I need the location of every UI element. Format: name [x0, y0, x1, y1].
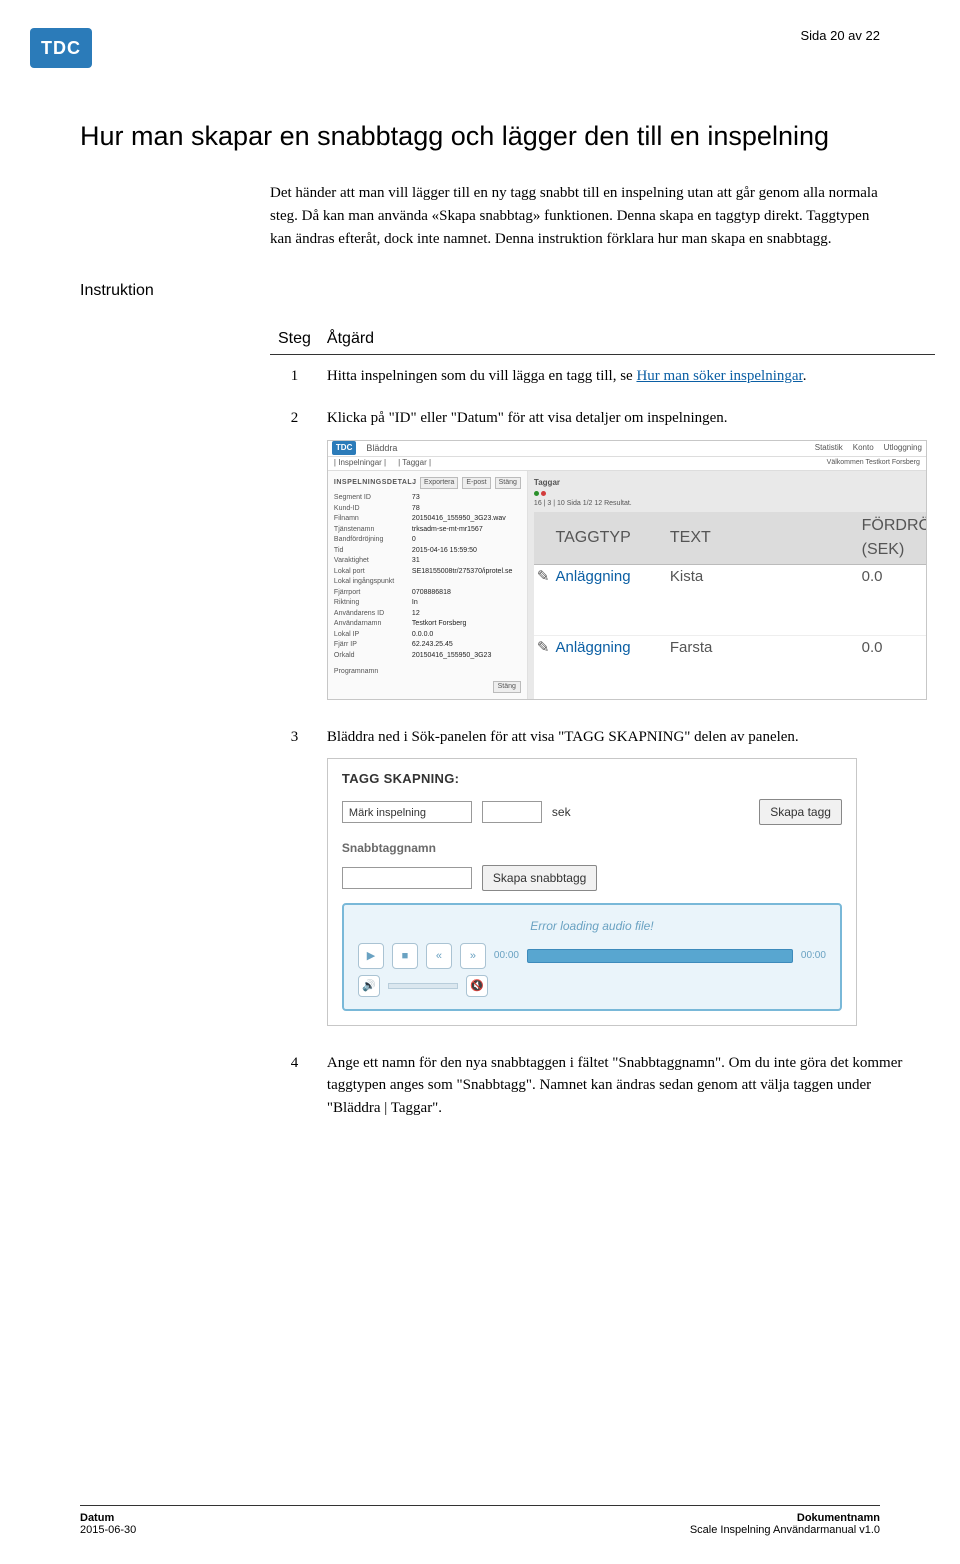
- detail-row: Bandfördröjning0: [334, 535, 521, 546]
- page-title: Hur man skapar en snabbtagg och lägger d…: [80, 120, 880, 154]
- detail-row: Lokal ingångspunkt: [334, 577, 521, 588]
- progress-bar[interactable]: [527, 949, 793, 963]
- step-row-1: 1 Hitta inspelningen som du vill lägga e…: [270, 354, 935, 397]
- forward-icon[interactable]: »: [460, 943, 486, 969]
- screenshot-recording-detail: TDC Bläddra Statistik Konto Utloggning |…: [327, 440, 927, 700]
- time-current: 00:00: [494, 948, 519, 963]
- step-text: Ange ett namn för den nya snabbtaggen i …: [319, 1042, 935, 1130]
- step-number: 3: [270, 716, 319, 1042]
- instruction-label: Instruktion: [80, 182, 230, 300]
- detail-row: Användarens ID12: [334, 609, 521, 620]
- mini-logo: TDC: [332, 441, 356, 455]
- detail-row: Orkald20150416_155950_3G23: [334, 651, 521, 662]
- detail-row: Lokal IP0.0.0.0: [334, 630, 521, 641]
- left-panel-title: INSPELNINGSDETALJ: [334, 478, 417, 489]
- step-row-2: 2 Klicka på "ID" eller "Datum" för att v…: [270, 397, 935, 716]
- footer-date-label: Datum: [80, 1512, 480, 1524]
- footer-docname-label: Dokumentnamn: [480, 1512, 880, 1524]
- nav-logout[interactable]: Utloggning: [884, 442, 922, 454]
- create-quicktag-button[interactable]: Skapa snabbtagg: [482, 865, 597, 891]
- step-text: Hitta inspelningen som du vill lägga en …: [319, 354, 935, 397]
- detail-row: AnvändarnamnTestkort Forsberg: [334, 619, 521, 630]
- play-icon[interactable]: ▶: [358, 943, 384, 969]
- nav-account[interactable]: Konto: [853, 442, 874, 454]
- welcome-text: Välkommen Testkort Forsberg: [827, 458, 920, 469]
- volume-slider[interactable]: [388, 983, 458, 989]
- player-error: Error loading audio file!: [358, 917, 826, 935]
- seconds-input[interactable]: [482, 801, 542, 823]
- intro-paragraph: Det händer att man vill lägger till en n…: [270, 182, 880, 300]
- nav-statistics[interactable]: Statistik: [815, 442, 843, 454]
- step-number: 2: [270, 397, 319, 716]
- mark-recording-input[interactable]: Märk inspelning: [342, 801, 472, 823]
- volume-icon[interactable]: 🔊: [358, 975, 380, 997]
- pager: 16 | 3 | 10 Sida 1/2 12 Resultat.: [534, 499, 920, 510]
- stop-icon[interactable]: ■: [392, 943, 418, 969]
- quicktag-label: Snabbtaggnamn: [342, 839, 842, 857]
- step-text: Bläddra ned i Sök-panelen för att visa "…: [319, 716, 935, 1042]
- step-number: 1: [270, 354, 319, 397]
- page-number: Sida 20 av 22: [800, 28, 880, 43]
- col-action: Åtgärd: [319, 324, 935, 355]
- screenshot-tag-creation-panel: TAGG SKAPNING: Märk inspelning sek Skapa…: [327, 758, 857, 1026]
- quicktag-name-input[interactable]: [342, 867, 472, 889]
- link-how-to-search[interactable]: Hur man söker inspelningar: [636, 368, 802, 384]
- step-row-4: 4 Ange ett namn för den nya snabbtaggen …: [270, 1042, 935, 1130]
- table-row: ✎AnläggningFarsta0.00Vy Spela Radera: [534, 635, 926, 699]
- footer-date: 2015-06-30: [80, 1524, 480, 1536]
- detail-row: Kund-ID78: [334, 504, 521, 515]
- mute-icon[interactable]: 🔇: [466, 975, 488, 997]
- detail-row: Varaktighet31: [334, 556, 521, 567]
- detail-row: Tjänstenamntrksadm-se-mt-mr1567: [334, 525, 521, 536]
- right-title: Taggar: [534, 477, 920, 489]
- footer-docname: Scale Inspelning Användarmanual v1.0: [480, 1524, 880, 1536]
- detail-row: Fjärr IP62.243.25.45: [334, 640, 521, 651]
- steps-table: Steg Åtgärd 1 Hitta inspelningen som du …: [270, 324, 935, 1130]
- table-row: ✎AnläggningKista0.00Vy Spela Radera: [534, 565, 926, 636]
- rewind-icon[interactable]: «: [426, 943, 452, 969]
- audio-player: Error loading audio file! ▶ ■ « » 00:00 …: [342, 903, 842, 1011]
- close-button[interactable]: Stäng: [495, 477, 521, 490]
- detail-row: Segment ID73: [334, 493, 521, 504]
- email-button[interactable]: E-post: [462, 477, 490, 490]
- detail-row: Lokal portSE18155008tr/275370/iprotel.se: [334, 567, 521, 578]
- detail-row: RiktningIn: [334, 598, 521, 609]
- col-step: Steg: [270, 324, 319, 355]
- create-tag-button[interactable]: Skapa tagg: [759, 799, 842, 825]
- nav-browse[interactable]: Bläddra: [366, 442, 397, 456]
- detail-row: Fjärrport0708886818: [334, 588, 521, 599]
- tags-table: TAGGTYP TEXT FÖRDRÖJNING (SEK) VARAKTIGH…: [534, 512, 926, 699]
- detail-row: Tid2015-04-16 15:59:50: [334, 546, 521, 557]
- close-button-2[interactable]: Stäng: [493, 681, 521, 694]
- tag-creation-title: TAGG SKAPNING:: [342, 769, 842, 789]
- sek-label: sek: [552, 803, 571, 821]
- brand-logo: TDC: [30, 28, 92, 68]
- tab-tags[interactable]: | Taggar |: [398, 457, 431, 469]
- time-total: 00:00: [801, 948, 826, 963]
- step-number: 4: [270, 1042, 319, 1130]
- detail-row: Filnamn20150416_155950_3G23.wav: [334, 514, 521, 525]
- step-text: Klicka på "ID" eller "Datum" för att vis…: [319, 397, 935, 716]
- tab-recordings[interactable]: | Inspelningar |: [334, 457, 386, 469]
- step-row-3: 3 Bläddra ned i Sök-panelen för att visa…: [270, 716, 935, 1042]
- page-footer: Datum 2015-06-30 Dokumentnamn Scale Insp…: [80, 1505, 880, 1536]
- export-button[interactable]: Exportera: [420, 477, 458, 490]
